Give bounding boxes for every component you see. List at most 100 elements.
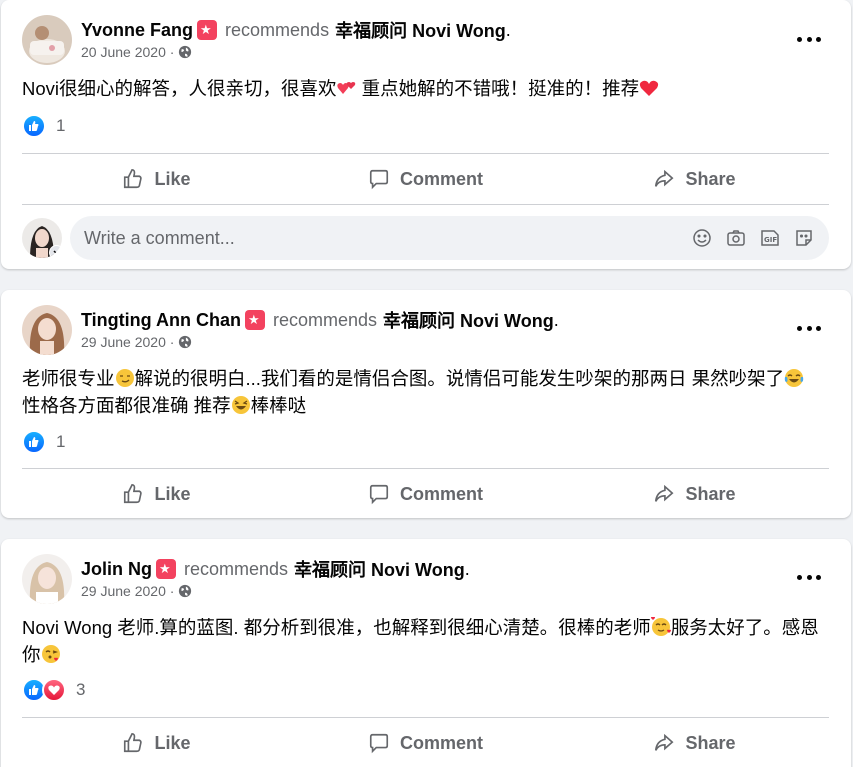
post-text-segment: 棒棒哒 [250, 395, 307, 416]
reaction-count: 1 [56, 116, 66, 135]
post-header: Yvonne Fang recommends 幸福顾问 Novi Wong . [81, 17, 511, 43]
post-header: Tingting Ann Chan recommends 幸福顾问 Novi W… [81, 307, 559, 333]
globe-icon [179, 335, 192, 349]
recommend-icon [197, 20, 218, 40]
like-button[interactable]: Like [22, 720, 291, 766]
avatar[interactable] [22, 15, 72, 65]
thumbs-up-icon [124, 733, 143, 753]
author-name[interactable]: Jolin Ng [81, 559, 152, 580]
date-text[interactable]: 20 June 2020 · [81, 44, 174, 60]
chevron-down-icon[interactable] [49, 245, 62, 258]
comment-placeholder: Write a comment... [84, 227, 235, 248]
post-card: Tingting Ann Chan recommends 幸福顾问 Novi W… [1, 290, 851, 518]
post-card: Yvonne Fang recommends 幸福顾问 Novi Wong . … [1, 0, 851, 269]
post-text: Novi Wong 老师.算的蓝图. 都分析到很准，也解释到很细心清楚。很棒的老… [22, 614, 829, 668]
date-text[interactable]: 29 June 2020 · [81, 334, 174, 350]
comment-composer: Write a comment... GIF [22, 216, 829, 260]
sticker-icon[interactable] [793, 227, 815, 249]
reaction-summary[interactable]: 1 [22, 114, 65, 138]
gif-icon[interactable]: GIF [759, 227, 781, 249]
share-label: Share [685, 168, 736, 189]
recommends-label: recommends [225, 19, 330, 40]
post-text-segment: 性格各方面都很准确 推荐 [22, 395, 231, 416]
recommend-icon [156, 559, 176, 579]
smirk-emoji-icon [115, 369, 134, 387]
post-date: 20 June 2020 · [81, 44, 192, 60]
more-options-icon[interactable] [797, 324, 821, 332]
comment-input[interactable]: Write a comment... GIF [70, 216, 829, 260]
divider [22, 204, 829, 205]
comment-button[interactable]: Comment [291, 156, 560, 202]
thumbs-up-icon [124, 169, 143, 189]
author-name[interactable]: Yvonne Fang [81, 20, 193, 41]
recommends-label: recommends [184, 558, 289, 579]
current-user-avatar[interactable] [22, 218, 62, 258]
recommends-label: recommends [272, 309, 378, 330]
comment-icon [369, 484, 389, 505]
like-label: Like [154, 168, 191, 189]
date-text[interactable]: 29 June 2020 · [81, 583, 174, 599]
share-button[interactable]: Share [560, 471, 829, 517]
post-date: 29 June 2020 · [81, 583, 192, 599]
post-text-segment: 重点她解的不错哦！挺准的！推荐 [356, 78, 640, 99]
post-text: Novi很细心的解答，人很亲切，很喜欢 重点她解的不错哦！挺准的！推荐 [22, 75, 829, 102]
comment-button[interactable]: Comment [291, 720, 560, 766]
comment-button[interactable]: Comment [291, 471, 560, 517]
comment-tools: GIF [691, 227, 815, 249]
post-text-segment: Novi很细心的解答，人很亲切，很喜欢 [22, 78, 337, 99]
globe-icon [179, 584, 192, 598]
share-button[interactable]: Share [560, 156, 829, 202]
reaction-summary[interactable]: 1 [22, 430, 65, 454]
share-icon [655, 169, 674, 187]
post-text-segment: 老师很专业 [22, 368, 115, 389]
more-options-icon[interactable] [797, 35, 821, 43]
like-button[interactable]: Like [22, 471, 291, 517]
share-icon [655, 733, 674, 751]
two-hearts-emoji-icon [336, 82, 355, 94]
recommend-icon [244, 310, 265, 330]
smiling-face-with-hearts-emoji-icon [650, 617, 671, 636]
red-heart-emoji-icon [640, 80, 659, 96]
share-label: Share [685, 483, 736, 504]
like-button[interactable]: Like [22, 156, 291, 202]
more-options-icon[interactable] [797, 573, 821, 581]
comment-label: Comment [399, 168, 483, 189]
thumbs-up-icon [124, 484, 143, 504]
svg-text:GIF: GIF [764, 236, 777, 244]
period: . [553, 309, 559, 330]
comment-label: Comment [399, 483, 483, 504]
author-name[interactable]: Tingting Ann Chan [81, 310, 241, 331]
post-text: 老师很专业 解说的很明白...我们看的是情侣合图。说情侣可能发生吵架的那两日 果然… [22, 365, 829, 419]
post-card: Jolin Ng recommends 幸福顾问 Novi Wong . 29 … [1, 539, 851, 767]
avatar[interactable] [22, 305, 72, 355]
avatar[interactable] [22, 554, 72, 604]
love-reaction-icon [42, 678, 66, 702]
tears-of-joy-emoji-icon [784, 369, 804, 387]
reaction-count: 3 [76, 680, 86, 699]
post-text-segment: 解说的很明白...我们看的是情侣合图。说情侣可能发生吵架的那两日 果然吵架了 [134, 368, 785, 389]
page-name[interactable]: 幸福顾问 Novi Wong [294, 556, 465, 582]
page-name[interactable]: 幸福顾问 Novi Wong [383, 307, 554, 333]
reaction-count: 1 [56, 432, 66, 451]
emoji-picker-icon[interactable] [691, 227, 713, 249]
like-label: Like [154, 732, 191, 753]
globe-icon [179, 45, 192, 59]
period: . [464, 558, 470, 579]
action-bar: Like Comment Share [22, 156, 829, 202]
reaction-summary[interactable]: 3 [22, 678, 85, 702]
comment-label: Comment [399, 732, 483, 753]
action-bar: Like Comment Share [22, 720, 829, 766]
post-date: 29 June 2020 · [81, 334, 192, 350]
divider [22, 153, 829, 154]
share-label: Share [685, 732, 736, 753]
comment-icon [369, 169, 389, 190]
grinning-squint-emoji-icon [231, 396, 250, 414]
period: . [505, 19, 511, 40]
camera-icon[interactable] [725, 227, 747, 249]
page-name[interactable]: 幸福顾问 Novi Wong [335, 17, 506, 43]
post-header: Jolin Ng recommends 幸福顾问 Novi Wong . [81, 556, 470, 582]
share-button[interactable]: Share [560, 720, 829, 766]
share-icon [655, 484, 674, 502]
comment-icon [369, 733, 389, 754]
divider [22, 468, 829, 469]
